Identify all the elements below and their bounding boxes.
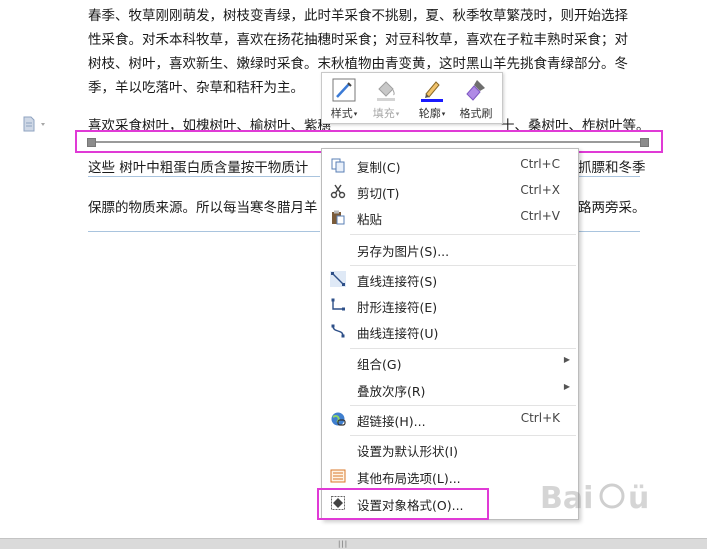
- fill-button[interactable]: 填充▾: [368, 77, 404, 120]
- layout-options-icon: [330, 469, 346, 483]
- scissors-icon: [330, 184, 346, 199]
- svg-text:ü: ü: [628, 481, 649, 516]
- menu-item-paste[interactable]: 粘贴 Ctrl+V: [322, 204, 578, 230]
- resize-grip-icon[interactable]: |||: [338, 540, 348, 548]
- paragraph-line: 性采食。对禾本科牧草，喜欢在扬花抽穗时采食；对豆科牧草，喜欢在子粒丰熟时采食；对: [88, 32, 628, 48]
- outline-button[interactable]: 轮廓▾: [414, 77, 450, 120]
- svg-text:Bai: Bai: [540, 481, 593, 516]
- mini-toolbar: 样式▾ 填充▾ 轮廓▾ 格式刷: [321, 72, 503, 124]
- menu-item-label: 其他布局选项(L)...: [357, 471, 461, 486]
- outline-button-label: 轮廓: [418, 107, 441, 120]
- menu-item-straight-connector[interactable]: 直线连接符(S): [322, 266, 578, 292]
- menu-item-label: 曲线连接符(U): [357, 326, 439, 341]
- menu-item-label: 肘形连接符(E): [357, 300, 438, 315]
- menu-item-label: 叠放次序(R): [357, 384, 426, 399]
- menu-item-label: 超链接(H)...: [357, 414, 426, 429]
- menu-separator: [350, 234, 576, 235]
- menu-item-elbow-connector[interactable]: 肘形连接符(E): [322, 292, 578, 318]
- menu-item-group[interactable]: 组合(G) ▶: [322, 349, 578, 375]
- format-brush-icon: [466, 80, 485, 101]
- paragraph-marker-icon[interactable]: [22, 116, 45, 132]
- submenu-arrow-icon: ▶: [563, 382, 570, 391]
- paragraph-line-right: 路两旁采。: [578, 200, 646, 216]
- menu-item-save-as-image[interactable]: 另存为图片(S)...: [322, 236, 578, 262]
- menu-item-label: 复制(C): [357, 160, 401, 175]
- paragraph-line-left: 这些 树叶中粗蛋白质含量按干物质计: [88, 160, 309, 176]
- paragraph-line-left: 保膘的物质来源。所以每当寒冬腊月羊: [88, 200, 318, 216]
- format-painter-button[interactable]: 格式刷: [458, 77, 494, 120]
- hyperlink-globe-icon: [331, 412, 346, 426]
- menu-item-label: 剪切(T): [357, 186, 400, 201]
- menu-item-label: 组合(G): [357, 357, 402, 372]
- fill-button-label: 填充: [372, 107, 395, 120]
- fill-bucket-icon: [377, 81, 395, 101]
- style-button-label: 样式: [330, 107, 353, 120]
- highlight-box-format-object: [317, 488, 489, 520]
- curve-connector-icon: [331, 324, 345, 338]
- menu-item-copy[interactable]: 复制(C) Ctrl+C: [322, 152, 578, 178]
- baidu-jingyan-watermark-icon: Bai ü: [540, 481, 649, 516]
- menu-item-label: 粘贴: [357, 212, 383, 227]
- status-bar: |||: [0, 538, 707, 549]
- outline-pen-icon: [421, 81, 443, 102]
- menu-item-shortcut: Ctrl+K: [520, 411, 560, 425]
- copy-icon: [331, 158, 345, 173]
- text-underline: [578, 231, 640, 232]
- paste-clipboard-icon: [332, 210, 345, 225]
- elbow-connector-icon: [331, 298, 345, 311]
- paragraph-line: 树枝、树叶，喜欢新生、嫩绿时采食。末秋植物由青变黄，这时黑山羊先挑食青绿部分。冬: [88, 56, 628, 72]
- submenu-arrow-icon: ▶: [563, 355, 570, 364]
- menu-item-hyperlink[interactable]: 超链接(H)... Ctrl+K: [322, 406, 578, 432]
- text-underline: [578, 176, 640, 177]
- text-underline: [88, 176, 320, 177]
- menu-item-label: 另存为图片(S)...: [357, 244, 450, 259]
- context-menu: 复制(C) Ctrl+C 剪切(T) Ctrl+X 粘贴 Ctrl+V 另存为图…: [321, 148, 579, 520]
- text-underline: [88, 231, 320, 232]
- menu-item-set-default-shape[interactable]: 设置为默认形状(I): [322, 436, 578, 462]
- paragraph-line-right: 抓膘和冬季: [578, 160, 646, 176]
- style-pen-icon: [332, 78, 356, 102]
- straight-connector-icon: [330, 271, 346, 287]
- menu-item-shortcut: Ctrl+X: [520, 183, 560, 197]
- paragraph-line: 春季、牧草刚刚萌发，树枝变青绿，此时羊采食不挑剔，夏、秋季牧草繁茂时，则开始选择: [88, 8, 628, 24]
- format-painter-label: 格式刷: [459, 107, 493, 120]
- menu-item-cut[interactable]: 剪切(T) Ctrl+X: [322, 178, 578, 204]
- style-button[interactable]: 样式▾: [326, 77, 362, 120]
- menu-item-shortcut: Ctrl+C: [520, 157, 560, 171]
- paragraph-line: 季，羊以吃落叶、杂草和秸秆为主。: [88, 80, 304, 96]
- menu-item-curve-connector[interactable]: 曲线连接符(U): [322, 318, 578, 344]
- menu-item-shortcut: Ctrl+V: [520, 209, 560, 223]
- menu-item-label: 直线连接符(S): [357, 274, 438, 289]
- menu-item-order[interactable]: 叠放次序(R) ▶: [322, 376, 578, 402]
- menu-item-label: 设置为默认形状(I): [357, 444, 458, 459]
